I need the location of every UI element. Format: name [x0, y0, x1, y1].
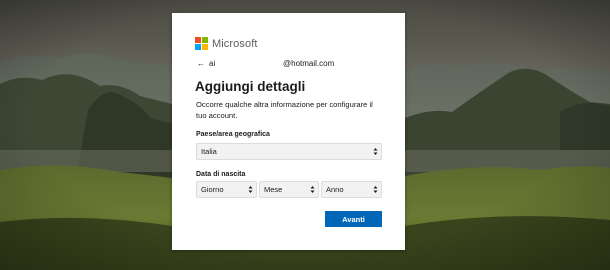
account-user: ai: [209, 59, 216, 68]
logo-square-red: [195, 37, 201, 43]
select-arrows-icon: [310, 186, 315, 193]
birth-year-select[interactable]: Anno: [321, 181, 382, 198]
country-label: Paese/area geografica: [196, 131, 270, 138]
signup-dialog: Microsoft ← ai @hotmail.com Aggiungi det…: [172, 13, 405, 250]
brand: Microsoft: [195, 37, 258, 50]
select-arrows-icon: [248, 186, 253, 193]
birth-day-value: Giorno: [201, 185, 224, 194]
logo-square-green: [202, 37, 208, 43]
birth-day-select[interactable]: Giorno: [196, 181, 257, 198]
account-domain: @hotmail.com: [283, 59, 335, 68]
select-arrows-icon: [373, 186, 378, 193]
birth-month-value: Mese: [264, 185, 283, 194]
account-identity: ← ai @hotmail.com: [197, 59, 387, 71]
back-arrow-icon[interactable]: ←: [197, 59, 205, 68]
country-select[interactable]: Italia: [196, 143, 382, 160]
page-title: Aggiungi dettagli: [195, 79, 306, 94]
page-description: Occorre qualche altra informazione per c…: [196, 100, 373, 120]
brand-name: Microsoft: [212, 37, 258, 50]
birth-month-select[interactable]: Mese: [259, 181, 319, 198]
birthdate-label: Data di nascita: [196, 171, 246, 178]
logo-square-yellow: [202, 44, 208, 50]
next-button[interactable]: Avanti: [325, 211, 382, 227]
microsoft-logo-icon: [195, 37, 208, 50]
select-arrows-icon: [373, 148, 378, 155]
logo-square-blue: [195, 44, 201, 50]
birth-year-value: Anno: [326, 185, 344, 194]
country-select-value: Italia: [201, 147, 217, 156]
